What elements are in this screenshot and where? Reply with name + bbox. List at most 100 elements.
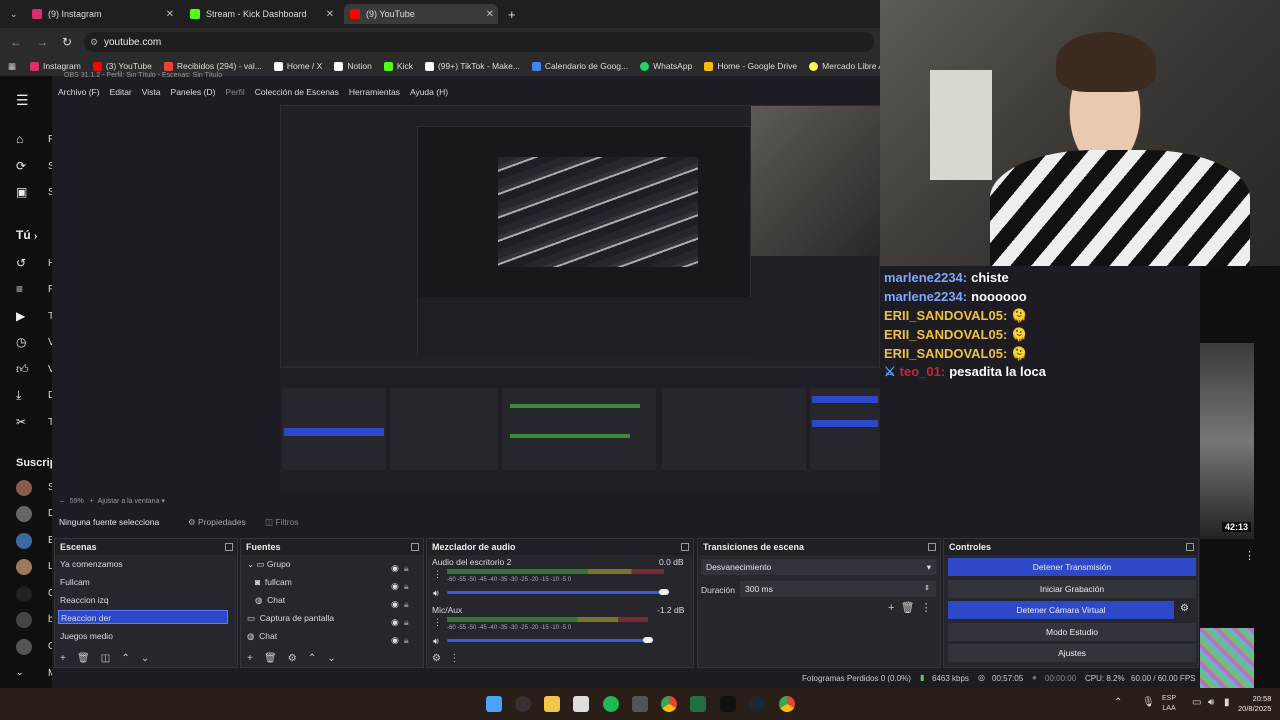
dock-float-icon[interactable] [928, 543, 936, 551]
move-down-icon[interactable]: ⌄ [327, 653, 335, 664]
bookmark-calendar[interactable]: Calendario de Goog... [531, 61, 628, 71]
studio-mode-button[interactable]: Modo Estudio [948, 623, 1196, 641]
menu-paneles[interactable]: Paneles (D) [171, 87, 216, 97]
battery-icon[interactable]: ▮ [1224, 697, 1230, 708]
dock-float-icon[interactable] [411, 543, 419, 551]
bookmark-whatsapp[interactable]: WhatsApp [640, 61, 692, 71]
tab-instagram[interactable]: (9) Instagram ✕ [26, 4, 178, 24]
volume-icon[interactable]: 🔊︎ [1208, 697, 1214, 708]
speaker-icon[interactable]: 🔊︎ [433, 588, 439, 599]
shorts-icon[interactable]: ⟳ [16, 159, 26, 173]
close-icon[interactable]: ✕ [486, 9, 494, 20]
source-item[interactable]: ◙ fullcam [255, 577, 292, 587]
lock-icon[interactable]: 🔒︎ [404, 563, 409, 573]
zoom-in-icon[interactable]: + [90, 498, 94, 505]
bookmark-youtube[interactable]: (3) YouTube [92, 61, 152, 71]
watch-later-icon[interactable]: ◷ [16, 335, 26, 349]
video-thumbnail[interactable] [1200, 628, 1254, 688]
scene-item[interactable]: Juegos medio [60, 631, 113, 641]
gear-icon[interactable]: ⚙ [1180, 603, 1189, 614]
video-thumbnail[interactable] [1200, 343, 1254, 539]
close-icon[interactable]: ✕ [166, 9, 174, 20]
capcut-icon[interactable] [632, 696, 648, 712]
dock-float-icon[interactable] [1186, 543, 1194, 551]
source-item[interactable]: ▭ Captura de pantalla [247, 613, 334, 624]
volume-slider-knob[interactable] [643, 637, 653, 643]
eye-icon[interactable]: ◉ [391, 581, 399, 591]
you-section[interactable]: Tú › [16, 228, 37, 242]
obs-preview[interactable] [280, 105, 881, 492]
chrome-icon[interactable] [661, 696, 677, 712]
mixer-settings-icon[interactable]: ⚙ [432, 653, 441, 664]
stop-streaming-button[interactable]: Detener Transmisión [948, 558, 1196, 576]
move-up-icon[interactable]: ⌃ [121, 653, 129, 664]
volume-slider[interactable] [447, 639, 648, 642]
excel-icon[interactable] [690, 696, 706, 712]
move-up-icon[interactable]: ⌃ [308, 653, 316, 664]
trash-icon[interactable]: 🗑︎ [901, 602, 915, 614]
menu-archivo[interactable]: Archivo (F) [58, 87, 100, 97]
chrome-icon[interactable] [779, 696, 795, 712]
tab-search-button[interactable]: ⌄ [4, 4, 20, 24]
avatar[interactable] [16, 612, 32, 628]
trash-icon[interactable]: 🗑︎ [77, 653, 90, 664]
transition-select[interactable]: Desvanecimiento ▾ [701, 559, 937, 575]
properties-button[interactable]: ⚙ Propiedades [188, 517, 246, 528]
source-item[interactable]: ◍ Chat [255, 595, 285, 606]
menu-editar[interactable]: Editar [110, 87, 132, 97]
steam-icon[interactable] [749, 696, 765, 712]
speaker-icon[interactable]: 🔊︎ [433, 636, 439, 647]
chevron-down-icon[interactable]: ⌄ [16, 667, 24, 678]
avatar[interactable] [16, 639, 32, 655]
file-explorer-icon[interactable] [544, 696, 560, 712]
tab-kick-dashboard[interactable]: Stream - Kick Dashboard ✕ [184, 4, 338, 24]
epic-games-icon[interactable] [720, 696, 736, 712]
add-icon[interactable]: + [247, 653, 253, 664]
new-tab-button[interactable]: + [502, 4, 522, 24]
add-icon[interactable]: + [60, 653, 66, 664]
bookmark-tiktok[interactable]: (99+) TikTok - Make... [424, 61, 520, 71]
lock-icon[interactable]: 🔒︎ [404, 581, 409, 591]
scene-item[interactable]: Reaccion izq [60, 595, 109, 605]
fit-to-window-dropdown[interactable]: Ajustar a la ventana [98, 498, 160, 505]
history-icon[interactable]: ↺ [16, 256, 26, 270]
scene-item[interactable]: Ya comenzamos [60, 559, 123, 569]
source-item[interactable]: ⌄ ▭ Grupo [247, 559, 291, 570]
add-icon[interactable]: + [888, 602, 894, 614]
microphone-icon[interactable]: 🎙︎ [1142, 697, 1155, 708]
filters-button[interactable]: ◫ Filtros [265, 517, 299, 528]
reload-icon[interactable]: ↻ [62, 35, 78, 49]
eye-icon[interactable]: ◉ [391, 635, 399, 645]
liked-icon[interactable]: 👍︎ [16, 362, 29, 377]
avatar[interactable] [16, 480, 32, 496]
avatar[interactable] [16, 506, 32, 522]
more-options-icon[interactable]: ⋮ [449, 653, 459, 664]
more-options-icon[interactable]: ⋮ [433, 569, 442, 580]
scene-item[interactable]: Fullcam [60, 577, 90, 587]
eye-icon[interactable]: ◉ [391, 599, 399, 609]
duration-spinbox[interactable]: 300 ms ⇕ [740, 581, 936, 597]
menu-ayuda[interactable]: Ayuda (H) [410, 87, 448, 97]
bookmark-notion[interactable]: Notion [334, 61, 372, 71]
url-field[interactable]: ⚙ youtube.com [84, 32, 874, 52]
forward-icon[interactable]: → [36, 35, 52, 49]
bookmark-instagram[interactable]: Instagram [30, 61, 81, 71]
your-videos-icon[interactable]: ▶ [16, 309, 25, 323]
gear-icon[interactable]: ⚙ [288, 653, 297, 664]
subscriptions-icon[interactable]: ▣ [16, 185, 27, 199]
back-icon[interactable]: ← [10, 35, 26, 49]
more-options-icon[interactable]: ⋮ [433, 617, 442, 628]
move-down-icon[interactable]: ⌄ [141, 653, 149, 664]
site-info-icon[interactable]: ⚙ [90, 37, 98, 48]
zoom-out-icon[interactable]: – [60, 498, 64, 505]
chevron-up-icon[interactable]: ⌃ [1114, 697, 1122, 708]
volume-slider[interactable] [447, 591, 664, 594]
dock-float-icon[interactable] [681, 543, 689, 551]
filter-icon[interactable]: ◫ [101, 653, 110, 664]
scene-item-selected[interactable]: Reaccion der [58, 610, 228, 624]
download-icon[interactable]: ⤓ [16, 388, 21, 403]
clock[interactable]: 20:58 20/8/2025 [1238, 694, 1271, 714]
eye-icon[interactable]: ◉ [391, 617, 399, 627]
avatar[interactable] [16, 533, 32, 549]
spotify-icon[interactable] [603, 696, 619, 712]
